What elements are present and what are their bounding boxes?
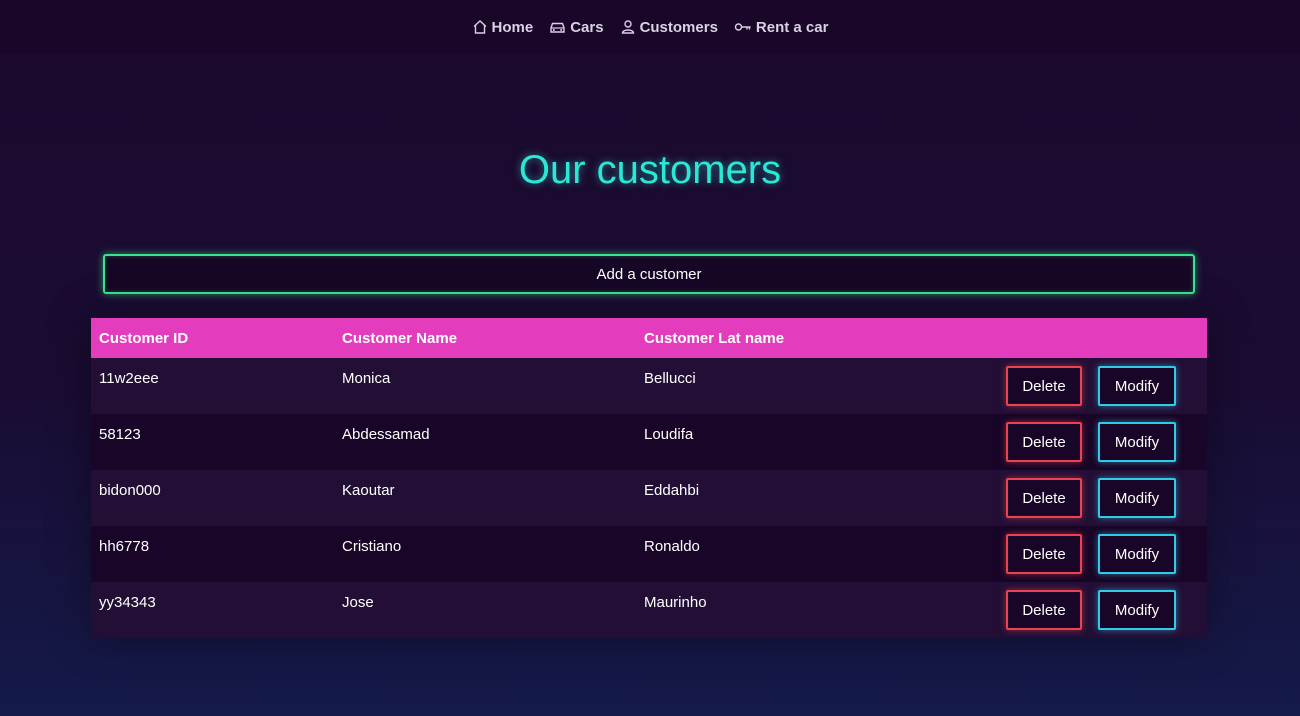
- header-customer-id: Customer ID: [99, 330, 189, 347]
- modify-button[interactable]: Modify: [1098, 590, 1176, 630]
- customer-name-cell: Monica: [342, 370, 391, 387]
- nav-item-rent[interactable]: Rent a car: [734, 18, 829, 36]
- table-row: 11w2eee Monica Bellucci Delete Modify: [91, 358, 1207, 414]
- table-row: hh6778 Cristiano Ronaldo Delete Modify: [91, 526, 1207, 582]
- delete-button[interactable]: Delete: [1006, 534, 1082, 574]
- add-customer-button[interactable]: Add a customer: [103, 254, 1195, 294]
- modify-button[interactable]: Modify: [1098, 478, 1176, 518]
- customer-name-cell: Abdessamad: [342, 426, 430, 443]
- table-row: yy34343 Jose Maurinho Delete Modify: [91, 582, 1207, 638]
- customers-table: Customer ID Customer Name Customer Lat n…: [91, 318, 1207, 638]
- customer-last-name-cell: Eddahbi: [644, 482, 700, 499]
- modify-button[interactable]: Modify: [1098, 366, 1176, 406]
- header-customer-name: Customer Name: [342, 330, 458, 347]
- customer-last-name-cell: Maurinho: [644, 594, 707, 611]
- customer-id-cell: 11w2eee: [99, 370, 159, 387]
- delete-button[interactable]: Delete: [1006, 478, 1082, 518]
- customer-id-cell: 58123: [99, 426, 141, 443]
- delete-button[interactable]: Delete: [1006, 590, 1082, 630]
- nav-item-home[interactable]: Home: [472, 18, 534, 36]
- top-navbar: Home Cars Customers Rent a car: [0, 0, 1300, 54]
- modify-button[interactable]: Modify: [1098, 422, 1176, 462]
- customer-name-cell: Jose: [342, 594, 374, 611]
- delete-button[interactable]: Delete: [1006, 366, 1082, 406]
- nav-label-home: Home: [491, 18, 534, 36]
- page-title: Our customers: [518, 148, 782, 192]
- customer-last-name-cell: Loudifa: [644, 426, 694, 443]
- customer-name-cell: Kaoutar: [342, 482, 395, 499]
- customer-last-name-cell: Ronaldo: [644, 538, 700, 555]
- header-customer-last-name: Customer Lat name: [644, 330, 785, 347]
- user-icon: [620, 19, 636, 35]
- home-icon: [472, 19, 488, 35]
- nav-item-cars[interactable]: Cars: [549, 18, 604, 36]
- customer-id-cell: bidon000: [99, 482, 161, 499]
- nav-label-customers: Customers: [639, 18, 718, 36]
- table-row: 58123 Abdessamad Loudifa Delete Modify: [91, 414, 1207, 470]
- table-row: bidon000 Kaoutar Eddahbi Delete Modify: [91, 470, 1207, 526]
- nav-label-cars: Cars: [570, 18, 604, 36]
- modify-button[interactable]: Modify: [1098, 534, 1176, 574]
- key-icon: [734, 19, 752, 35]
- nav-label-rent: Rent a car: [755, 18, 829, 36]
- delete-button[interactable]: Delete: [1006, 422, 1082, 462]
- customer-name-cell: Cristiano: [342, 538, 402, 555]
- car-icon: [549, 19, 566, 35]
- customer-last-name-cell: Bellucci: [644, 370, 696, 387]
- customer-id-cell: hh6778: [99, 538, 150, 555]
- table-header: Customer ID Customer Name Customer Lat n…: [91, 318, 1207, 358]
- customer-id-cell: yy34343: [99, 594, 156, 611]
- nav-item-customers[interactable]: Customers: [620, 19, 718, 36]
